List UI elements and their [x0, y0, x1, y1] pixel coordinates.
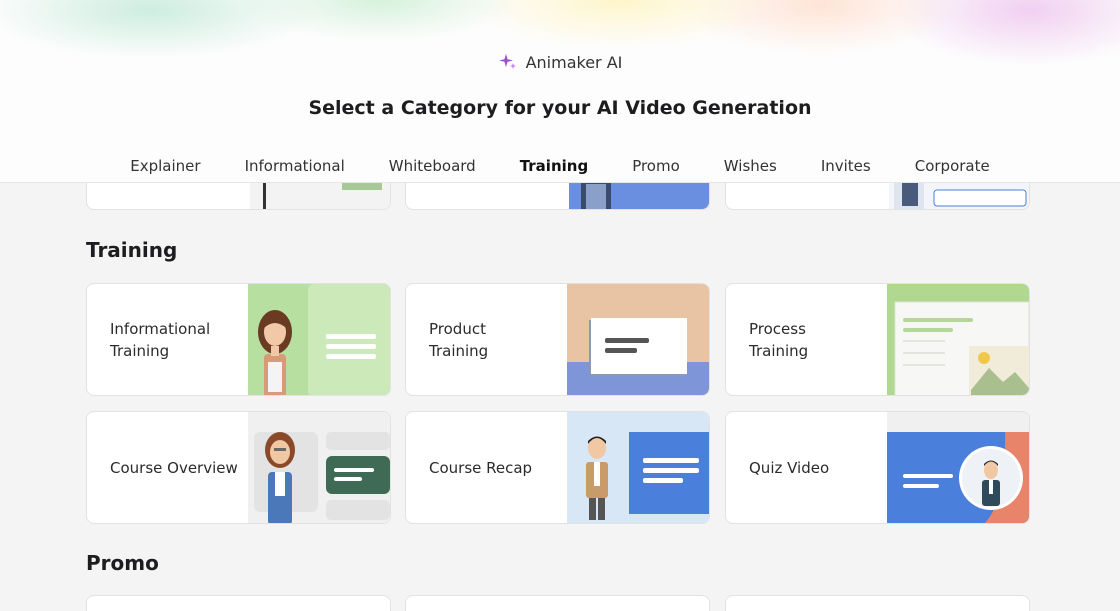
tab-explainer[interactable]: Explainer: [108, 157, 222, 175]
card-course-recap[interactable]: Course Recap: [405, 411, 710, 524]
section-title-training: Training: [86, 238, 178, 262]
card-quiz-video[interactable]: Quiz Video: [725, 411, 1030, 524]
page-title: Select a Category for your AI Video Gene…: [308, 97, 812, 119]
tab-corporate[interactable]: Corporate: [893, 157, 1012, 175]
tab-informational[interactable]: Informational: [223, 157, 367, 175]
card-label: Course Recap: [429, 458, 533, 477]
card-thumb: [567, 284, 709, 395]
tab-promo[interactable]: Promo: [610, 157, 702, 175]
tab-whiteboard[interactable]: Whiteboard: [367, 157, 498, 175]
header: Animaker AI Select a Category for your A…: [0, 0, 1120, 183]
partial-card[interactable]: [405, 595, 710, 611]
card-informational-training[interactable]: Informational Training: [86, 283, 391, 396]
brand-name: Animaker AI: [525, 52, 623, 72]
section-title-promo: Promo: [86, 551, 159, 575]
card-label: Process Training: [749, 319, 809, 360]
category-tabs: Explainer Informational Whiteboard Train…: [0, 157, 1120, 175]
card-label: Course Overview: [110, 458, 238, 477]
card-thumb: [887, 284, 1029, 395]
category-content: Training Informational Training Product …: [0, 173, 1120, 611]
card-course-overview[interactable]: Course Overview: [86, 411, 391, 524]
tab-invites[interactable]: Invites: [799, 157, 893, 175]
sparkle-icon: [498, 54, 516, 69]
card-process-training[interactable]: Process Training: [725, 283, 1030, 396]
card-thumb: [887, 412, 1029, 523]
card-thumb: [248, 412, 390, 523]
card-thumb: [248, 284, 390, 395]
partial-card[interactable]: [725, 595, 1030, 611]
card-product-training[interactable]: Product Training: [405, 283, 710, 396]
card-thumb: [567, 412, 709, 523]
card-label: Quiz Video: [749, 458, 830, 477]
partial-card[interactable]: [86, 595, 391, 611]
brand: Animaker AI: [0, 52, 1120, 72]
card-label: Informational Training: [110, 319, 211, 360]
tab-training[interactable]: Training: [498, 157, 610, 175]
tab-wishes[interactable]: Wishes: [702, 157, 799, 175]
card-label: Product Training: [429, 319, 489, 360]
